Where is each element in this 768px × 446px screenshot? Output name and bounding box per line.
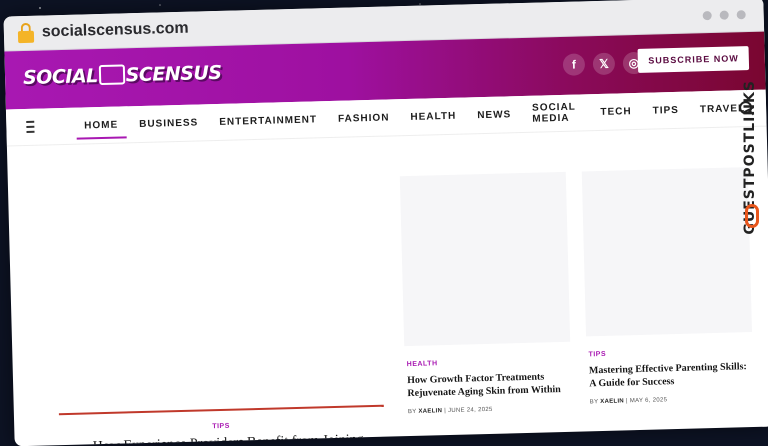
x-icon[interactable]: 𝕏 bbox=[592, 52, 616, 76]
site-logo[interactable]: SOCIAL SCENSUS bbox=[23, 62, 222, 89]
nav-item-tips[interactable]: TIPS bbox=[652, 94, 680, 126]
card-title[interactable]: Mastering Effective Parenting Skills: A … bbox=[589, 360, 750, 390]
guestpostlinks-watermark: GUESTPOSTLINKS bbox=[742, 80, 764, 235]
nav-item-social-media[interactable]: SOCIAL MEDIA bbox=[532, 91, 580, 134]
logo-left-text: SOCIAL bbox=[22, 65, 99, 90]
main-content: TIPS How Experience Providers Benefit fr… bbox=[7, 127, 768, 446]
card-category[interactable]: HEALTH bbox=[407, 360, 438, 368]
card-title[interactable]: How Growth Factor Treatments Rejuvenate … bbox=[407, 370, 578, 400]
nav-item-health[interactable]: HEALTH bbox=[410, 100, 457, 132]
window-controls[interactable] bbox=[702, 10, 746, 21]
meta-separator: | bbox=[444, 408, 447, 415]
subscribe-button[interactable]: SUBSCRIBE NOW bbox=[638, 46, 750, 73]
card-date: JUNE 24, 2025 bbox=[447, 406, 493, 415]
card-meta: BY XAELIN | MAY 6, 2025 bbox=[590, 397, 668, 405]
hero-title[interactable]: How Experience Providers Benefit from Jo… bbox=[93, 432, 364, 446]
card-author[interactable]: XAELIN bbox=[418, 408, 442, 415]
menu-icon[interactable] bbox=[26, 118, 35, 136]
nav-item-news[interactable]: NEWS bbox=[477, 99, 512, 131]
url-text[interactable]: socialscensus.com bbox=[42, 20, 189, 42]
tv-icon bbox=[98, 63, 125, 85]
facebook-icon[interactable]: f bbox=[562, 53, 586, 76]
card-image[interactable] bbox=[581, 167, 752, 337]
social-links: f 𝕏 ◎ bbox=[562, 51, 646, 76]
nav-item-home[interactable]: HOME bbox=[84, 109, 119, 141]
window-dot-icon[interactable] bbox=[702, 10, 712, 21]
hero-category[interactable]: TIPS bbox=[212, 423, 230, 430]
hero-image[interactable] bbox=[19, 156, 386, 412]
byline-prefix: BY bbox=[407, 408, 417, 416]
byline-prefix: BY bbox=[589, 399, 599, 406]
nav-item-tech[interactable]: TECH bbox=[600, 96, 632, 128]
chain-link-icon bbox=[745, 204, 759, 228]
nav-item-entertainment[interactable]: ENTERTAINMENT bbox=[219, 104, 318, 138]
card-image[interactable] bbox=[399, 171, 571, 347]
logo-right-text: SCENSUS bbox=[125, 61, 222, 87]
nav-item-business[interactable]: BUSINESS bbox=[139, 107, 199, 140]
window-dot-icon[interactable] bbox=[719, 10, 729, 20]
browser-window: socialscensus.com SOCIAL SCENSUS f 𝕏 ◎ SU… bbox=[3, 0, 768, 446]
card-category[interactable]: TIPS bbox=[588, 351, 606, 358]
card-author[interactable]: XAELIN bbox=[600, 398, 624, 405]
card-meta: BY XAELIN | JUNE 24, 2025 bbox=[408, 407, 493, 415]
meta-separator: | bbox=[625, 398, 628, 405]
card-date: MAY 6, 2025 bbox=[629, 397, 668, 405]
lock-icon bbox=[17, 22, 35, 44]
nav-item-fashion[interactable]: FASHION bbox=[338, 102, 390, 134]
window-dot-icon[interactable] bbox=[736, 10, 746, 20]
